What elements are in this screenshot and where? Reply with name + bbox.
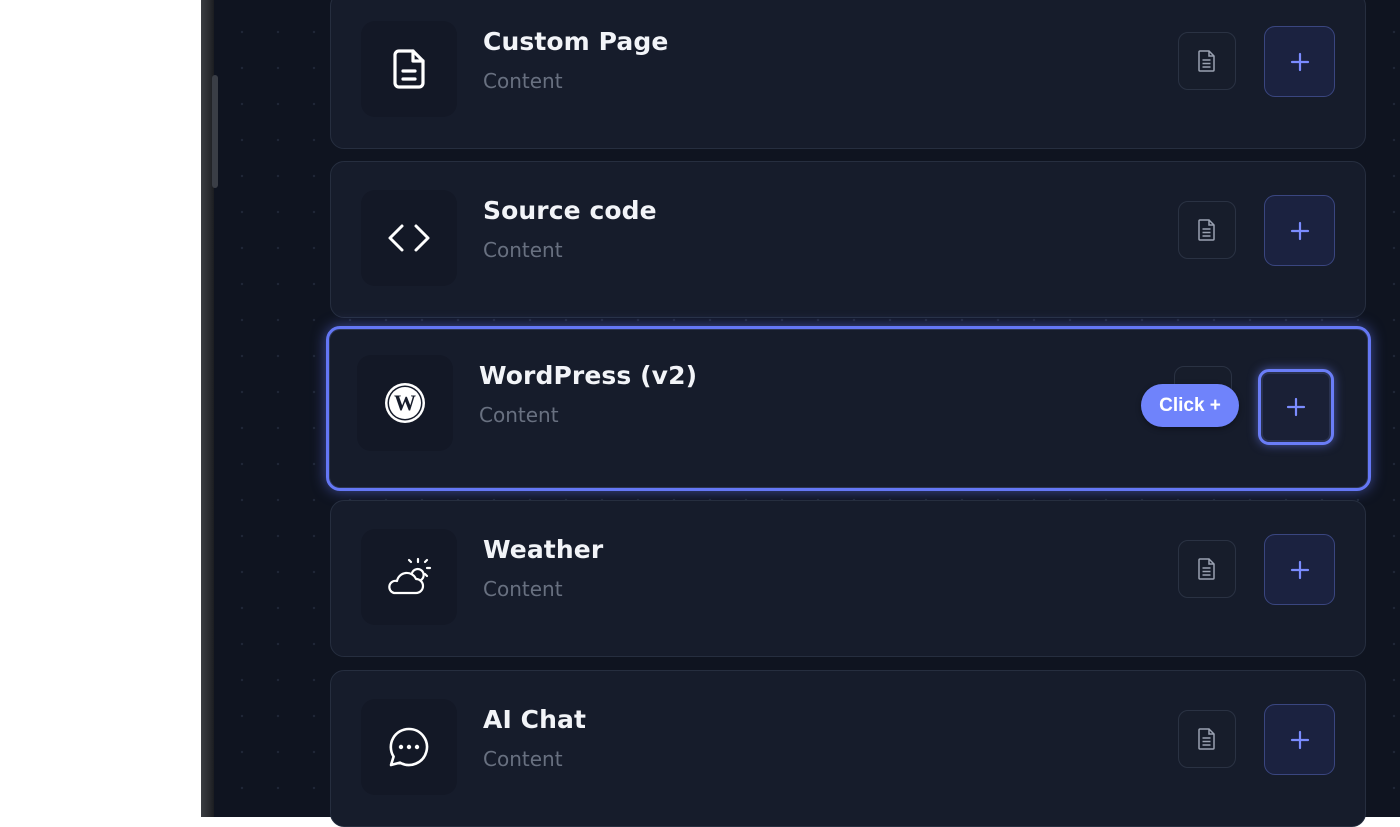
document-icon: [1198, 219, 1215, 241]
widget-category: Content: [483, 577, 563, 601]
widget-category: Content: [479, 403, 559, 427]
document-icon: [1198, 728, 1215, 750]
cloud-sun-icon: [361, 529, 457, 625]
widget-title: AI Chat: [483, 705, 587, 734]
widget-category: Content: [483, 238, 563, 262]
add-widget-button[interactable]: [1264, 26, 1335, 97]
svg-text:W: W: [394, 390, 416, 415]
add-widget-button[interactable]: [1264, 195, 1335, 266]
plus-icon: [1290, 560, 1309, 579]
docs-button[interactable]: [1178, 32, 1236, 90]
outside-area: [0, 0, 201, 817]
plus-icon: [1286, 397, 1306, 417]
add-widget-button[interactable]: [1264, 534, 1335, 605]
code-icon: [361, 190, 457, 286]
widget-title: Custom Page: [483, 27, 669, 56]
chat-bubble-icon: [361, 699, 457, 795]
widget-category: Content: [483, 747, 563, 771]
add-widget-button[interactable]: [1258, 369, 1334, 445]
docs-button[interactable]: [1178, 710, 1236, 768]
docs-button[interactable]: [1178, 201, 1236, 259]
document-icon: [1198, 50, 1215, 72]
widget-card-wordpress[interactable]: W WordPress (v2) Content Click +: [326, 326, 1371, 491]
wordpress-icon: W: [357, 355, 453, 451]
widget-card-source-code[interactable]: Source code Content: [330, 161, 1366, 318]
plus-icon: [1290, 52, 1309, 71]
widget-title: Source code: [483, 196, 657, 225]
widget-card-custom-page[interactable]: Custom Page Content: [330, 0, 1366, 149]
widget-title: WordPress (v2): [479, 361, 698, 390]
click-hint-tooltip: Click +: [1141, 384, 1239, 427]
add-widget-button[interactable]: [1264, 704, 1335, 775]
document-icon: [1198, 558, 1215, 580]
file-text-icon: [361, 21, 457, 117]
plus-icon: [1290, 221, 1309, 240]
plus-icon: [1290, 730, 1309, 749]
scrollbar-thumb[interactable]: [212, 75, 218, 188]
docs-button[interactable]: [1178, 540, 1236, 598]
widget-card-weather[interactable]: Weather Content: [330, 500, 1366, 657]
widget-title: Weather: [483, 535, 604, 564]
widget-category: Content: [483, 69, 563, 93]
widget-card-ai-chat[interactable]: AI Chat Content: [330, 670, 1366, 827]
